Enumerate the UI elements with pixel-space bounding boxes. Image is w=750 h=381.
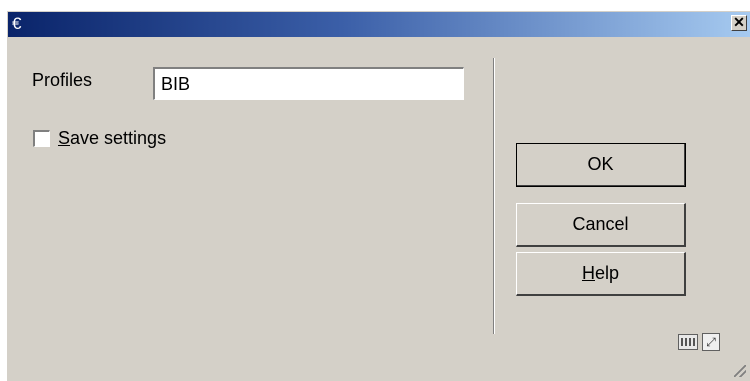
save-settings-label[interactable]: Save settings (58, 128, 166, 149)
help-accelerator: H (581, 263, 595, 283)
ok-button[interactable]: OK (516, 143, 686, 187)
close-button[interactable]: ✕ (731, 15, 747, 31)
vertical-divider (493, 58, 495, 334)
keyboard-icon[interactable] (678, 334, 698, 350)
close-icon: ✕ (733, 14, 745, 30)
dialog-window: € ✕ (6, 10, 750, 381)
profiles-input[interactable]: BIB (153, 67, 464, 100)
save-settings-checkbox[interactable] (33, 130, 50, 147)
resize-grip-icon[interactable] (734, 365, 746, 377)
title-text: € (12, 14, 22, 33)
save-settings-accelerator: S (58, 128, 71, 148)
maximize-icon[interactable]: ⤢ (702, 333, 720, 351)
save-settings-label-rest: ave settings (70, 128, 167, 148)
help-label-rest: elp (594, 263, 620, 283)
help-button[interactable]: Help (516, 252, 686, 296)
title-bar[interactable]: € ✕ (8, 12, 750, 37)
profiles-label: Profiles (32, 70, 93, 90)
cancel-button[interactable]: Cancel (516, 203, 686, 247)
